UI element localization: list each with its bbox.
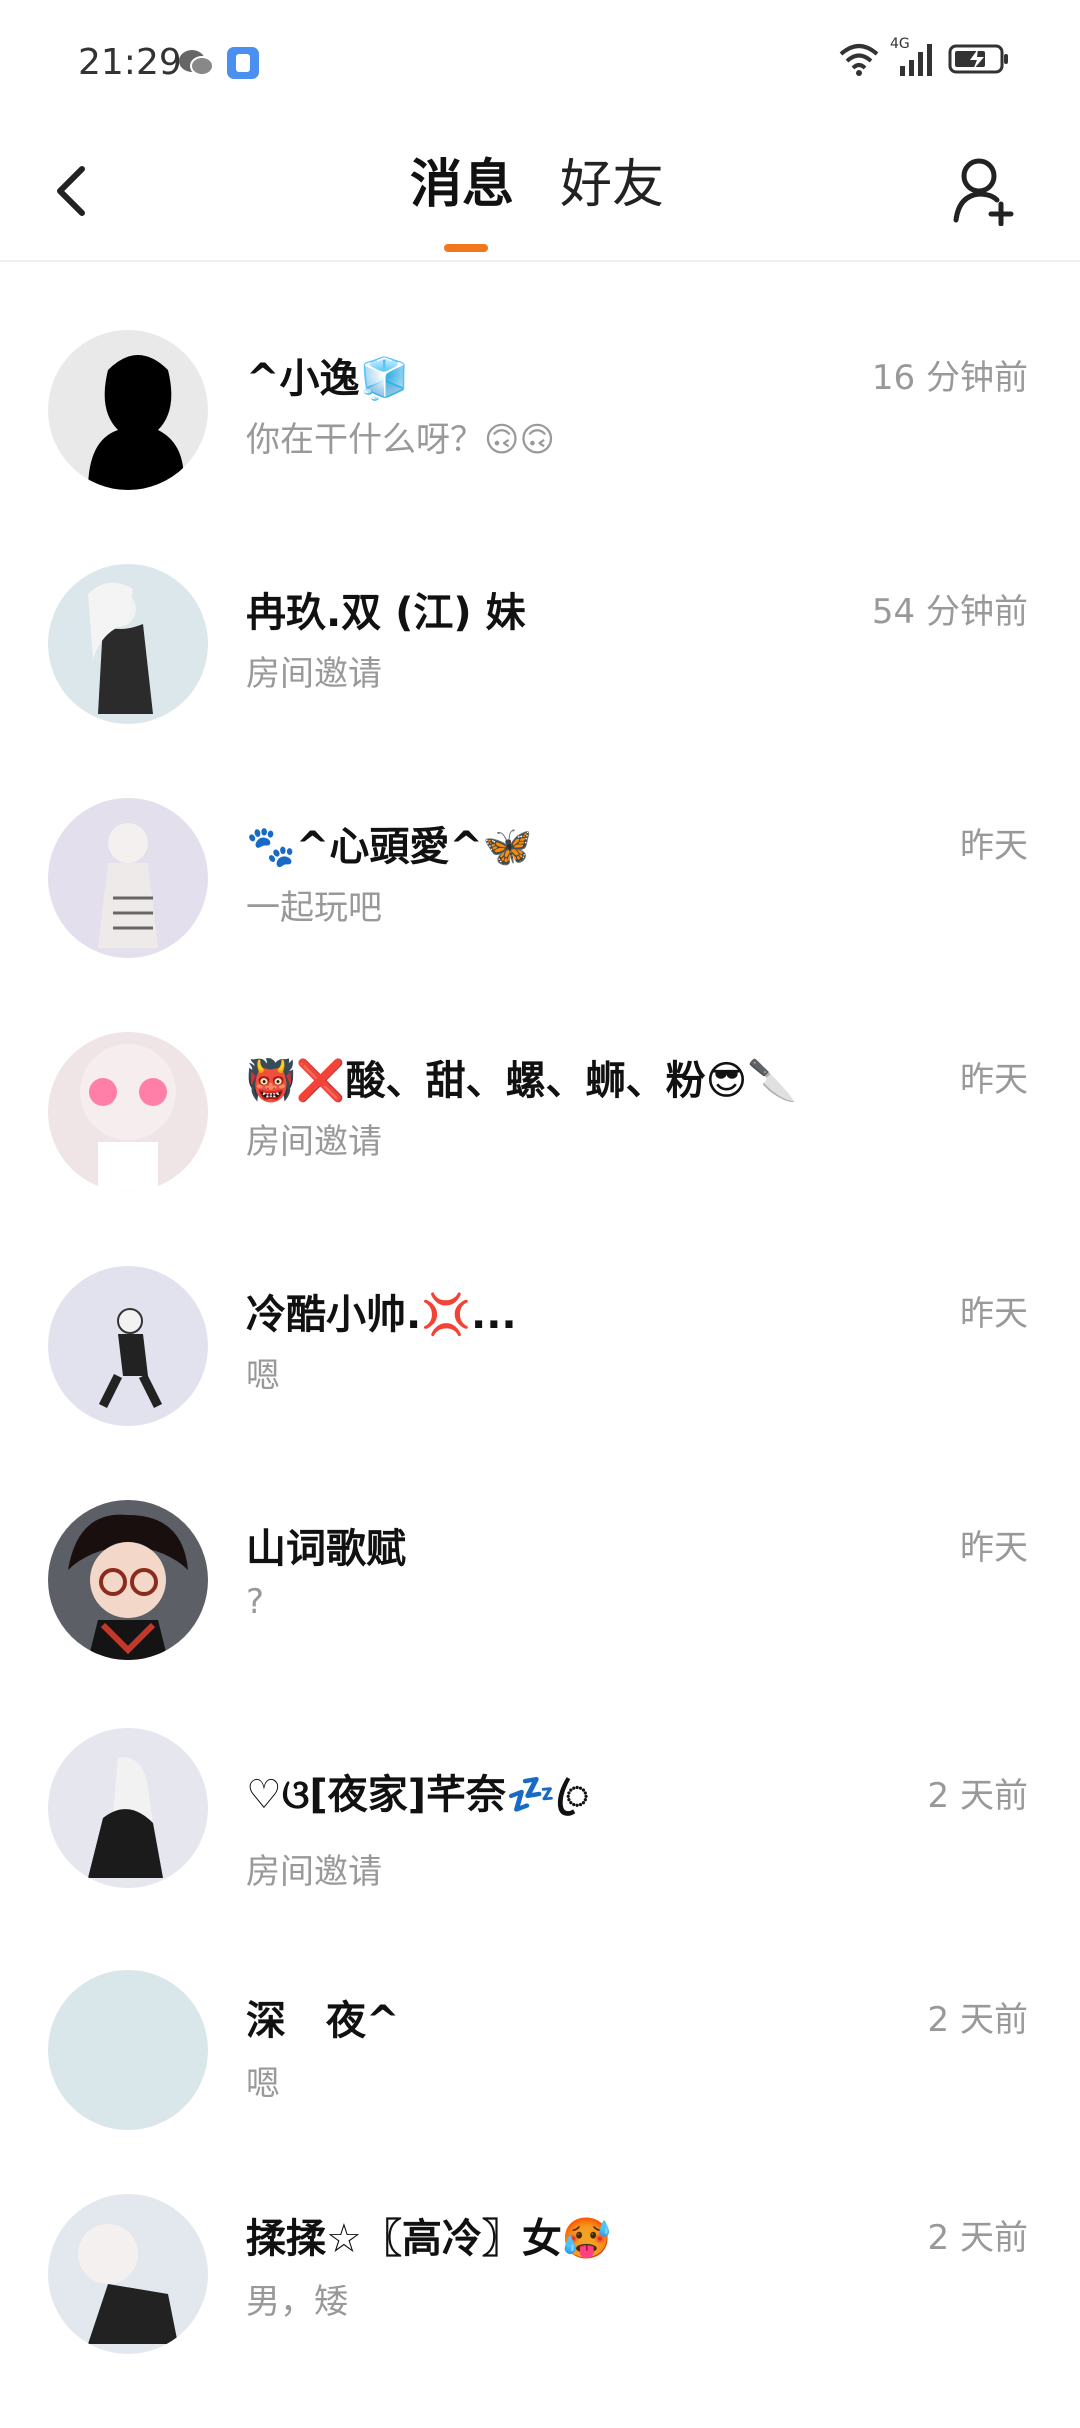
contact-name: 揉揉☆〖高冷〗女🥵 xyxy=(246,2216,612,2262)
message-preview: 房间邀请 xyxy=(246,654,382,694)
message-row[interactable]: 揉揉☆〖高冷〗女🥵 男，矮 2 天前 xyxy=(0,2194,1080,2428)
message-time: 16 分钟前 xyxy=(871,358,1028,398)
back-button[interactable] xyxy=(40,156,100,226)
avatar xyxy=(48,1032,208,1192)
avatar xyxy=(48,1266,208,1426)
message-preview: ? xyxy=(246,1582,265,1622)
notification-icons xyxy=(178,46,260,80)
header: 消息 好友 xyxy=(0,120,1080,262)
active-tab-indicator xyxy=(444,244,488,252)
message-row[interactable]: 冉玖.双 (江) 妹 房间邀请 54 分钟前 xyxy=(0,536,1080,770)
avatar xyxy=(48,330,208,490)
message-time: 2 天前 xyxy=(927,2218,1028,2258)
wechat-icon xyxy=(179,50,214,76)
battery-charging-icon xyxy=(948,44,1008,74)
message-row[interactable]: 🐾^心頭愛^🦋 一起玩吧 昨天 xyxy=(0,770,1080,1004)
message-time: 昨天 xyxy=(960,1294,1028,1334)
wifi-icon xyxy=(839,44,879,76)
message-row[interactable]: ♡ଓ[夜家]芊奈💤ꦿ 房间邀请 2 天前 xyxy=(0,1706,1080,1960)
avatar xyxy=(48,1970,208,2130)
avatar xyxy=(48,564,208,724)
cellular-signal-icon: 4G xyxy=(890,36,938,76)
contact-name: 🐾^心頭愛^🦋 xyxy=(246,824,533,870)
message-preview: 房间邀请 xyxy=(246,1122,382,1162)
message-time: 昨天 xyxy=(960,1528,1028,1568)
contact-name: 冉玖.双 (江) 妹 xyxy=(246,590,526,636)
contact-name: 冷酷小帅.💢... xyxy=(246,1292,517,1338)
contact-name: 山词歌赋 xyxy=(246,1526,406,1572)
message-list: ^小逸🧊 你在干什么呀？🙃🙃 16 分钟前 冉玖.双 (江) 妹 房间邀请 54… xyxy=(0,302,1080,2428)
message-row[interactable]: 👹❌酸、甜、螺、蛳、粉😎🔪 房间邀请 昨天 xyxy=(0,1004,1080,1238)
message-preview: 你在干什么呀？🙃🙃 xyxy=(246,420,555,460)
contact-name: 👹❌酸、甜、螺、蛳、粉😎🔪 xyxy=(246,1058,798,1104)
add-friend-button[interactable] xyxy=(948,150,1024,230)
status-time: 21:29 xyxy=(78,42,182,83)
contact-name: 深 夜^ xyxy=(246,1998,400,2044)
message-row[interactable]: 深 夜^ 嗯 2 天前 xyxy=(0,1960,1080,2194)
avatar xyxy=(48,1500,208,1660)
message-row[interactable]: ^小逸🧊 你在干什么呀？🙃🙃 16 分钟前 xyxy=(0,302,1080,536)
avatar xyxy=(48,798,208,958)
message-preview: 嗯 xyxy=(246,1356,280,1396)
avatar xyxy=(48,1728,208,1888)
add-user-icon xyxy=(953,158,1014,226)
message-preview: 一起玩吧 xyxy=(246,888,382,928)
message-time: 2 天前 xyxy=(927,1776,1028,1816)
message-row[interactable]: 冷酷小帅.💢... 嗯 昨天 xyxy=(0,1238,1080,1472)
status-bar: 21:29 4G xyxy=(0,0,1080,120)
tab-messages[interactable]: 消息 xyxy=(410,150,514,220)
message-time: 昨天 xyxy=(960,1060,1028,1100)
contact-name: ♡ଓ[夜家]芊奈💤ꦿ xyxy=(246,1772,590,1818)
system-icons: 4G xyxy=(838,36,1010,76)
tab-friends[interactable]: 好友 xyxy=(560,150,664,220)
app-notification-icon xyxy=(227,47,259,79)
contact-name: ^小逸🧊 xyxy=(246,356,410,402)
message-preview: 嗯 xyxy=(246,2064,280,2104)
network-type-label: 4G xyxy=(890,36,910,52)
message-row[interactable]: 山词歌赋 ? 昨天 xyxy=(0,1472,1080,1706)
message-preview: 男，矮 xyxy=(246,2282,348,2322)
message-time: 昨天 xyxy=(960,826,1028,866)
tab-bar: 消息 好友 xyxy=(410,150,664,220)
message-time: 2 天前 xyxy=(927,2000,1028,2040)
message-time: 54 分钟前 xyxy=(871,592,1028,632)
message-preview: 房间邀请 xyxy=(246,1852,382,1892)
avatar xyxy=(48,2194,208,2354)
chevron-left-icon xyxy=(57,166,85,216)
